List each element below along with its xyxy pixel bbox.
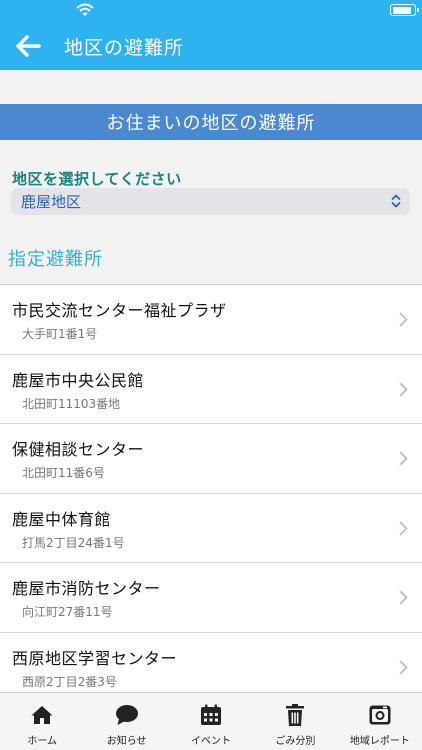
list-item[interactable]: 鹿屋市消防センター 向江町27番11号 [0, 563, 422, 633]
tab-label: ホーム [27, 736, 58, 747]
shelter-name: 鹿屋中体育館 [12, 509, 112, 529]
area-shelters-banner: お住まいの地区の避難所 [0, 104, 422, 140]
arrow-left-icon [16, 35, 41, 57]
chevron-right-icon [399, 451, 408, 466]
tab-label: イベント [191, 736, 232, 747]
shelter-address: 大手町1番1号 [22, 327, 98, 341]
shelter-name: 保健相談センター [12, 440, 145, 459]
shelter-address: 向江町27番11号 [22, 605, 113, 619]
calendar-icon [201, 704, 222, 725]
district-select-label: 地区を選択してください [12, 170, 182, 188]
list-item[interactable]: 鹿屋中体育館 打馬2丁目24番1号 [0, 493, 422, 563]
chevron-right-icon [399, 521, 408, 535]
status-bar [0, 0, 422, 22]
tab-events[interactable]: イベント [169, 693, 253, 750]
list-item[interactable]: 鹿屋市中央公民館 北田町11103番地 [0, 354, 422, 424]
camera-icon [369, 705, 391, 725]
list-item[interactable]: 保健相談センター 北田町11番6号 [0, 424, 422, 494]
battery-icon [390, 4, 419, 16]
shelter-address: 北田町11番6号 [22, 466, 105, 480]
tab-label: ごみ分別 [275, 736, 316, 747]
district-select[interactable]: 鹿屋地区 [11, 188, 410, 215]
tab-home[interactable]: ホーム [0, 693, 84, 750]
shelter-address: 北田町11103番地 [22, 396, 121, 411]
tab-news[interactable]: お知らせ [84, 693, 168, 750]
shelter-name: 西原地区学習センター [12, 648, 178, 668]
list-item[interactable]: 市民交流センター福祉プラザ 大手町1番1号 [0, 285, 422, 355]
chat-bubble-icon [115, 705, 138, 725]
chevron-right-icon [399, 660, 408, 674]
shelter-address: 西原2丁目2番3号 [22, 674, 117, 689]
wifi-icon [76, 3, 94, 16]
home-icon [31, 706, 53, 724]
shelter-name: 市民交流センター福祉プラザ [12, 301, 227, 320]
chevron-right-icon [399, 312, 408, 327]
app-header: 地区の避難所 [0, 22, 422, 70]
tab-bar: ホーム お知らせ イベント ごみ分別 地域レポート [0, 692, 422, 750]
chevron-right-icon [399, 590, 408, 605]
back-button[interactable] [0, 22, 56, 70]
shelter-list: 市民交流センター福祉プラザ 大手町1番1号 鹿屋市中央公民館 北田町11103番… [0, 284, 422, 702]
tab-report[interactable]: 地域レポート [338, 693, 422, 750]
tab-label: 地域レポート [349, 736, 410, 747]
tab-garbage[interactable]: ごみ分別 [253, 693, 337, 750]
district-select-value: 鹿屋地区 [21, 193, 82, 211]
section-title: 指定避難所 [8, 249, 103, 270]
shelter-name: 鹿屋市消防センター [12, 579, 161, 598]
trash-icon [286, 704, 305, 726]
chevron-up-down-icon [391, 194, 401, 208]
shelter-address: 打馬2丁目24番1号 [22, 535, 125, 550]
shelter-name: 鹿屋市中央公民館 [12, 370, 145, 390]
chevron-right-icon [399, 382, 408, 396]
page-title: 地区の避難所 [64, 36, 185, 59]
tab-label: お知らせ [106, 736, 147, 747]
